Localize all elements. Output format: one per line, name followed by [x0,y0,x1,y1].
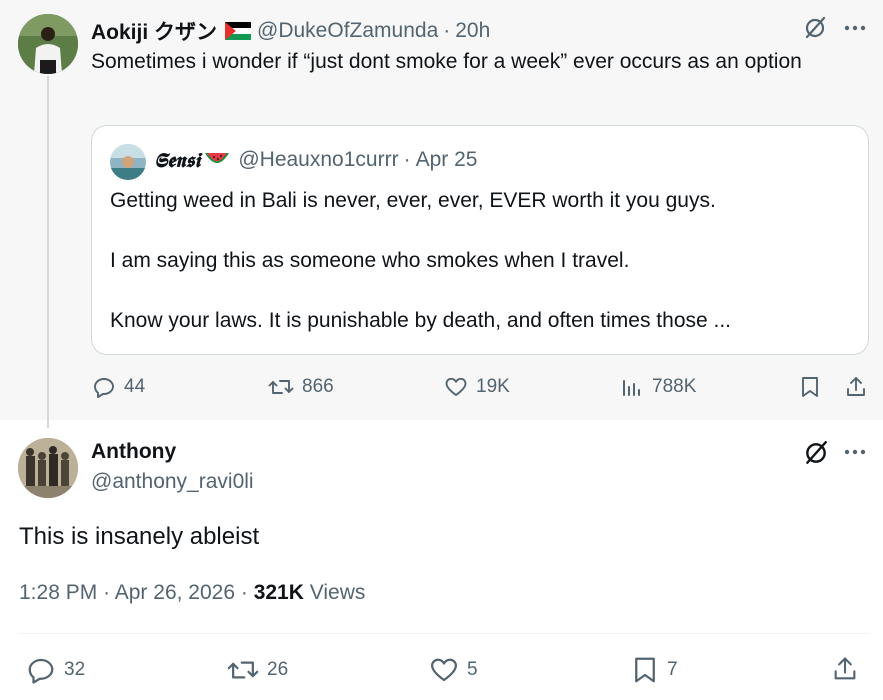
repost-icon [227,661,259,679]
views-count: 788K [652,376,697,397]
divider [19,633,869,634]
tweet-date[interactable]: Apr 25 [416,148,478,172]
quoted-tweet-text: Getting weed in Bali is never, ever, eve… [110,186,850,336]
tweet-time[interactable]: 20h [455,19,490,43]
grok-icon[interactable] [803,440,829,471]
bookmark-count: 7 [667,659,678,680]
share-button[interactable] [844,375,868,399]
bookmark-icon [802,377,818,397]
tweet-text: Sometimes i wonder if “just dont smoke f… [91,50,802,73]
tweet-date[interactable]: Apr 26, 2026 [115,581,235,604]
reply-button[interactable]: 32 [26,655,85,685]
repost-button[interactable]: 866 [268,375,334,399]
share-icon [847,377,865,396]
like-count: 19K [476,376,510,397]
tweet-metadata: 1:28 PM · Apr 26, 2026 · 321K Views [19,581,365,605]
avatar[interactable] [18,438,78,498]
reply-icon [94,378,114,398]
quoted-tweet[interactable]: 𝕾𝖊𝖓𝖘𝖎 @Heauxno1currr · Apr 25 Getting we… [91,125,869,355]
repost-icon [268,380,294,394]
share-icon [834,657,856,680]
quoted-paragraph: Getting weed in Bali is never, ever, eve… [110,189,716,212]
avatar[interactable] [110,144,146,180]
author-name[interactable]: Aokiji クザン [91,16,217,46]
author-handle[interactable]: @DukeOfZamunda [257,19,438,43]
views-icon [623,380,640,396]
palestine-flag-icon [225,22,252,40]
heart-icon [431,658,457,682]
author-handle[interactable]: @Heauxno1currr [238,148,398,172]
views-button[interactable]: 788K [620,375,696,399]
separator: · [240,581,248,604]
main-tweet-handle-row: @anthony_ravi0li [91,470,254,494]
tweet-text: This is insanely ableist [19,523,260,550]
repost-button[interactable]: 26 [227,655,288,685]
thread-connector-line [47,76,49,428]
grok-icon[interactable] [803,16,827,45]
main-tweet-header: Anthony [91,440,176,464]
views-label: Views [309,581,366,604]
quoted-paragraph: I am saying this as someone who smokes w… [110,249,630,272]
quoted-tweet-header: 𝕾𝖊𝖓𝖘𝖎 @Heauxno1currr · Apr 25 [154,148,477,172]
avatar[interactable] [18,14,78,74]
author-name[interactable]: 𝕾𝖊𝖓𝖘𝖎 [154,148,200,172]
more-icon[interactable] [843,440,867,469]
separator: · [403,148,411,171]
like-button[interactable]: 19K [444,375,510,399]
bookmark-icon [635,657,655,683]
repost-count: 26 [267,659,289,680]
like-count: 5 [467,659,478,680]
views-count: 321K [253,581,304,604]
more-icon[interactable] [843,16,867,45]
tweet-time[interactable]: 1:28 PM [19,581,97,604]
bookmark-button[interactable]: 7 [631,655,678,685]
heart-icon [445,377,467,396]
reply-count: 44 [124,376,146,397]
quoted-paragraph: Know your laws. It is punishable by deat… [110,309,732,332]
author-name[interactable]: Anthony [91,440,176,464]
bookmark-button[interactable] [799,375,821,399]
watermelon-icon [204,151,230,169]
repost-count: 866 [302,376,334,397]
reply-count: 32 [64,659,86,680]
separator: · [443,19,451,42]
parent-tweet-header: Aokiji クザン @DukeOfZamunda · 20h [91,16,490,46]
share-button[interactable] [831,655,859,683]
author-handle[interactable]: @anthony_ravi0li [91,470,254,494]
reply-icon [28,658,54,684]
like-button[interactable]: 5 [429,655,478,685]
reply-button[interactable]: 44 [92,375,145,399]
separator: · [103,581,111,604]
